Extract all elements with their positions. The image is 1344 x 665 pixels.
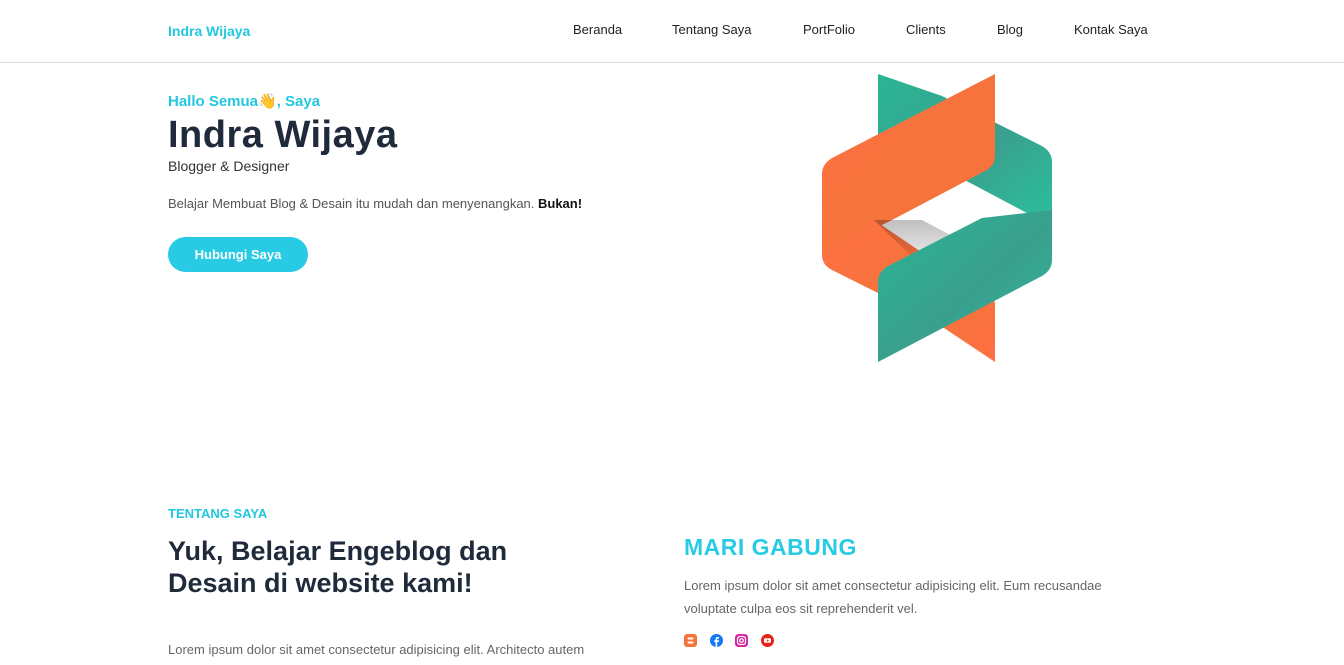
navbar: Indra Wijaya Beranda Tentang Saya PortFo… <box>0 0 1344 63</box>
instagram-icon[interactable] <box>735 634 748 647</box>
hero-name: Indra Wijaya <box>168 114 398 156</box>
about-kicker: TENTANG SAYA <box>168 506 268 521</box>
facebook-icon[interactable] <box>710 634 723 647</box>
youtube-icon[interactable] <box>761 634 774 647</box>
nav-beranda[interactable]: Beranda <box>573 22 622 37</box>
nav-blog[interactable]: Blog <box>997 22 1023 37</box>
nav-clients[interactable]: Clients <box>906 22 946 37</box>
nav-tentang-saya[interactable]: Tentang Saya <box>672 22 752 37</box>
hero-description-text: Belajar Membuat Blog & Desain itu mudah … <box>168 196 538 211</box>
contact-button[interactable]: Hubungi Saya <box>168 237 308 272</box>
blogger-icon[interactable] <box>684 634 697 647</box>
join-text: Lorem ipsum dolor sit amet consectetur a… <box>684 578 1102 616</box>
main-nav: Beranda Tentang Saya PortFolio Clients B… <box>0 22 1344 42</box>
hero-greeting: Hallo Semua👋, Saya <box>168 93 321 110</box>
hero-description-bold: Bukan! <box>538 196 583 211</box>
nav-portfolio[interactable]: PortFolio <box>803 22 855 37</box>
hero-description: Belajar Membuat Blog & Desain itu mudah … <box>168 196 582 211</box>
about-title: Yuk, Belajar Engeblog dan Desain di webs… <box>168 536 508 598</box>
about-text: Lorem ipsum dolor sit amet consectetur a… <box>168 642 585 657</box>
hero-role: Blogger & Designer <box>168 158 290 174</box>
join-title: MARI GABUNG <box>684 534 857 560</box>
nav-kontak-saya[interactable]: Kontak Saya <box>1074 22 1148 37</box>
hero-logo <box>822 74 1052 362</box>
